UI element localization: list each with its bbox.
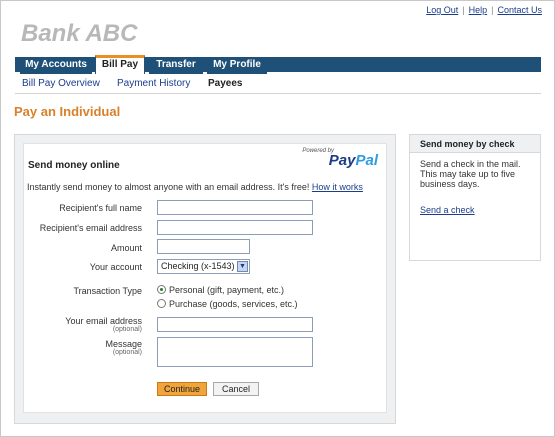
- send-money-panel: Powered by PayPal Send money online Inst…: [14, 134, 396, 424]
- intro-text: Instantly send money to almost anyone wi…: [27, 182, 363, 192]
- send-a-check-link[interactable]: Send a check: [420, 205, 534, 215]
- tab-transfer[interactable]: Transfer: [149, 57, 203, 74]
- recipient-email-input[interactable]: [157, 220, 313, 235]
- help-link[interactable]: Help: [469, 5, 488, 15]
- subnav-payees[interactable]: Payees: [208, 78, 242, 89]
- paypal-logo: PayPal: [328, 152, 378, 169]
- your-email-optional: (optional): [112, 326, 142, 333]
- check-panel-text: Send a check in the mail. This may take …: [420, 159, 521, 189]
- section-title: Send money online: [28, 160, 120, 171]
- your-email-label: Your email address (optional): [24, 316, 142, 333]
- radio-purchase-control[interactable]: [157, 299, 166, 308]
- message-optional: (optional): [112, 349, 142, 356]
- recipient-email-label: Recipient's email address: [39, 223, 142, 233]
- amount-input[interactable]: [157, 239, 250, 254]
- continue-button[interactable]: Continue: [157, 382, 207, 396]
- message-label: Message (optional): [24, 339, 142, 356]
- account-selected-value: Checking (x-1543): [161, 261, 235, 271]
- bank-logo: Bank ABC: [21, 20, 138, 47]
- cancel-button[interactable]: Cancel: [213, 382, 259, 396]
- recipient-name-input[interactable]: [157, 200, 313, 215]
- radio-purchase-label: Purchase (goods, services, etc.): [169, 299, 298, 309]
- separator: |: [462, 5, 465, 15]
- separator: |: [491, 5, 494, 15]
- account-select[interactable]: Checking (x-1543) ▼: [157, 259, 250, 274]
- send-money-form: Powered by PayPal Send money online Inst…: [23, 143, 387, 413]
- top-links: Log Out | Help | Contact Us: [426, 5, 542, 15]
- account-label: Your account: [89, 262, 142, 272]
- tab-bill-pay[interactable]: Bill Pay: [95, 55, 145, 74]
- tab-my-accounts[interactable]: My Accounts: [20, 57, 92, 74]
- subnav-bill-pay-overview[interactable]: Bill Pay Overview: [22, 78, 100, 89]
- page-title: Pay an Individual: [14, 104, 121, 119]
- radio-personal[interactable]: Personal (gift, payment, etc.): [157, 285, 284, 295]
- contact-link[interactable]: Contact Us: [497, 5, 542, 15]
- transaction-type-label: Transaction Type: [73, 286, 142, 296]
- message-textarea[interactable]: [157, 337, 313, 367]
- paypal-badge: Powered by PayPal: [302, 148, 378, 169]
- chevron-down-icon[interactable]: ▼: [237, 261, 248, 272]
- subnav-payment-history[interactable]: Payment History: [117, 78, 190, 89]
- check-panel-body: Send a check in the mail. This may take …: [410, 152, 540, 260]
- check-panel: Send money by check Send a check in the …: [409, 134, 541, 261]
- check-panel-title: Send money by check: [420, 139, 515, 149]
- your-email-input[interactable]: [157, 317, 313, 332]
- radio-purchase[interactable]: Purchase (goods, services, etc.): [157, 299, 298, 309]
- radio-personal-control[interactable]: [157, 285, 166, 294]
- sub-navigation: Bill Pay Overview Payment History Payees: [15, 74, 541, 94]
- recipient-name-label: Recipient's full name: [59, 203, 142, 213]
- amount-label: Amount: [110, 243, 142, 253]
- how-it-works-link[interactable]: How it works: [312, 182, 363, 192]
- main-nav-bar: [15, 57, 541, 72]
- tab-my-profile[interactable]: My Profile: [207, 57, 267, 74]
- radio-personal-label: Personal (gift, payment, etc.): [169, 285, 285, 295]
- logout-link[interactable]: Log Out: [426, 5, 458, 15]
